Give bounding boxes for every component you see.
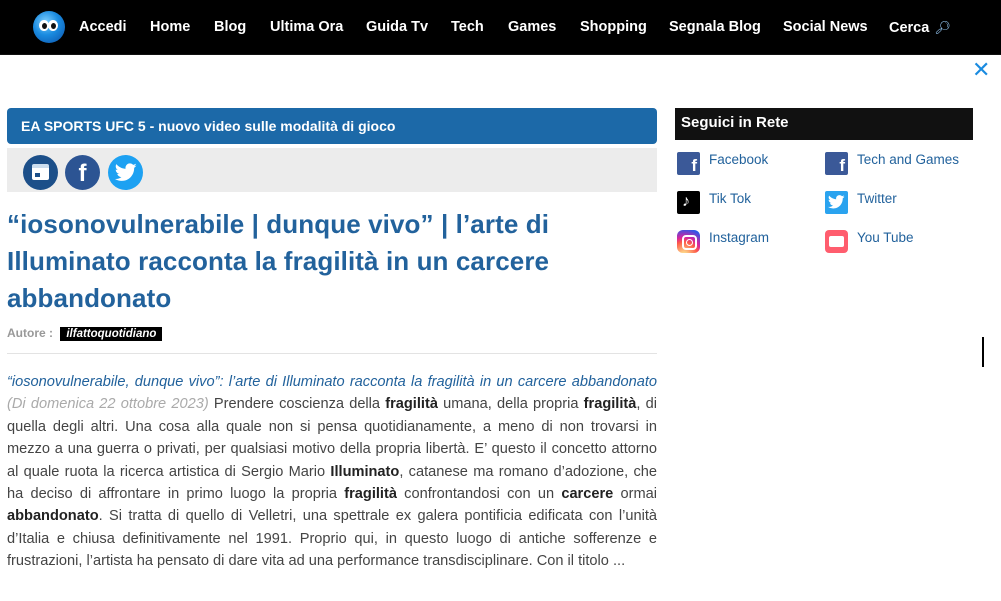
author-tag[interactable]: ilfattoquotidiano bbox=[60, 327, 163, 341]
facebook-icon: f bbox=[825, 152, 848, 175]
article-column: EA SPORTS UFC 5 - nuovo video sulle moda… bbox=[7, 108, 657, 573]
nav-games[interactable]: Games bbox=[508, 19, 556, 35]
article-date: (Di domenica 22 ottobre 2023) bbox=[7, 396, 209, 413]
nav-ultima-ora[interactable]: Ultima Ora bbox=[270, 19, 343, 35]
article-body: “iosonovulnerabile, dunque vivo”: l’arte… bbox=[7, 371, 657, 573]
nav-social-news[interactable]: Social News bbox=[783, 19, 868, 35]
calendar-icon[interactable] bbox=[23, 155, 58, 190]
nav-blog[interactable]: Blog bbox=[214, 19, 246, 35]
sidebar-title: Seguici in Rete bbox=[675, 108, 973, 140]
sidebar: Seguici in Rete f Facebook f Tech and Ga… bbox=[675, 108, 973, 280]
text-cursor bbox=[982, 337, 984, 367]
nav-tech[interactable]: Tech bbox=[451, 19, 484, 35]
highlighted-keyword: fragilità bbox=[344, 486, 397, 503]
close-icon[interactable]: ✕ bbox=[972, 59, 990, 81]
article-title: “iosonovulnerabile | dunque vivo” | l’ar… bbox=[7, 209, 550, 313]
highlighted-keyword: fragilità bbox=[583, 396, 637, 413]
social-label: Tech and Games bbox=[857, 152, 960, 167]
nav-guida-tv[interactable]: Guida Tv bbox=[366, 19, 428, 35]
social-label: Facebook bbox=[709, 152, 769, 167]
divider bbox=[7, 353, 657, 354]
author-label: Autore : bbox=[7, 326, 53, 340]
twitter-icon bbox=[825, 191, 848, 214]
author-row: Autore : ilfattoquotidiano bbox=[7, 326, 657, 343]
nav-segnala-blog[interactable]: Segnala Blog bbox=[669, 19, 761, 35]
social-label: Twitter bbox=[857, 191, 897, 206]
article-body-text: Prendere coscienza della fragilità umana… bbox=[7, 396, 657, 569]
top-navigation-bar: Accedi Home Blog Ultima Ora Guida Tv Tec… bbox=[0, 0, 1001, 55]
body-text-segment: confrontandosi con un bbox=[396, 486, 562, 503]
nav-cerca[interactable]: Cerca 🔎︎ bbox=[889, 19, 951, 37]
highlighted-keyword: abbandonato bbox=[7, 508, 99, 525]
social-label: Instagram bbox=[709, 230, 770, 245]
social-label: You Tube bbox=[857, 230, 914, 245]
nav-cerca-label[interactable]: Cerca bbox=[889, 20, 929, 36]
related-headline-link[interactable]: EA SPORTS UFC 5 - nuovo video sulle moda… bbox=[7, 108, 657, 144]
body-text-segment: Prendere coscienza della bbox=[208, 396, 386, 413]
highlighted-keyword: fragilità bbox=[385, 396, 438, 413]
body-text-segment: umana, della propria bbox=[437, 396, 584, 413]
facebook-icon[interactable]: f bbox=[65, 155, 100, 190]
youtube-icon bbox=[825, 230, 848, 253]
social-links: f Facebook f Tech and Games Tik Tok Twit… bbox=[675, 150, 973, 280]
instagram-icon bbox=[677, 230, 700, 253]
nav-home[interactable]: Home bbox=[150, 19, 190, 35]
twitter-icon[interactable] bbox=[108, 155, 143, 190]
site-logo-icon[interactable] bbox=[33, 11, 65, 43]
tiktok-icon bbox=[677, 191, 700, 214]
body-text-segment: ormai bbox=[613, 486, 657, 503]
nav-accedi[interactable]: Accedi bbox=[79, 19, 127, 35]
article-lead-link[interactable]: “iosonovulnerabile, dunque vivo”: l’arte… bbox=[7, 374, 657, 390]
magnifier-icon: 🔎︎ bbox=[934, 20, 951, 35]
social-label: Tik Tok bbox=[709, 191, 752, 206]
nav-shopping[interactable]: Shopping bbox=[580, 19, 647, 35]
share-bar: f bbox=[7, 148, 657, 192]
body-text-segment: . Si tratta di quello di Velletri, una s… bbox=[7, 508, 657, 570]
highlighted-keyword: carcere bbox=[561, 486, 614, 503]
facebook-icon: f bbox=[677, 152, 700, 175]
highlighted-keyword: Illuminato bbox=[330, 463, 400, 480]
